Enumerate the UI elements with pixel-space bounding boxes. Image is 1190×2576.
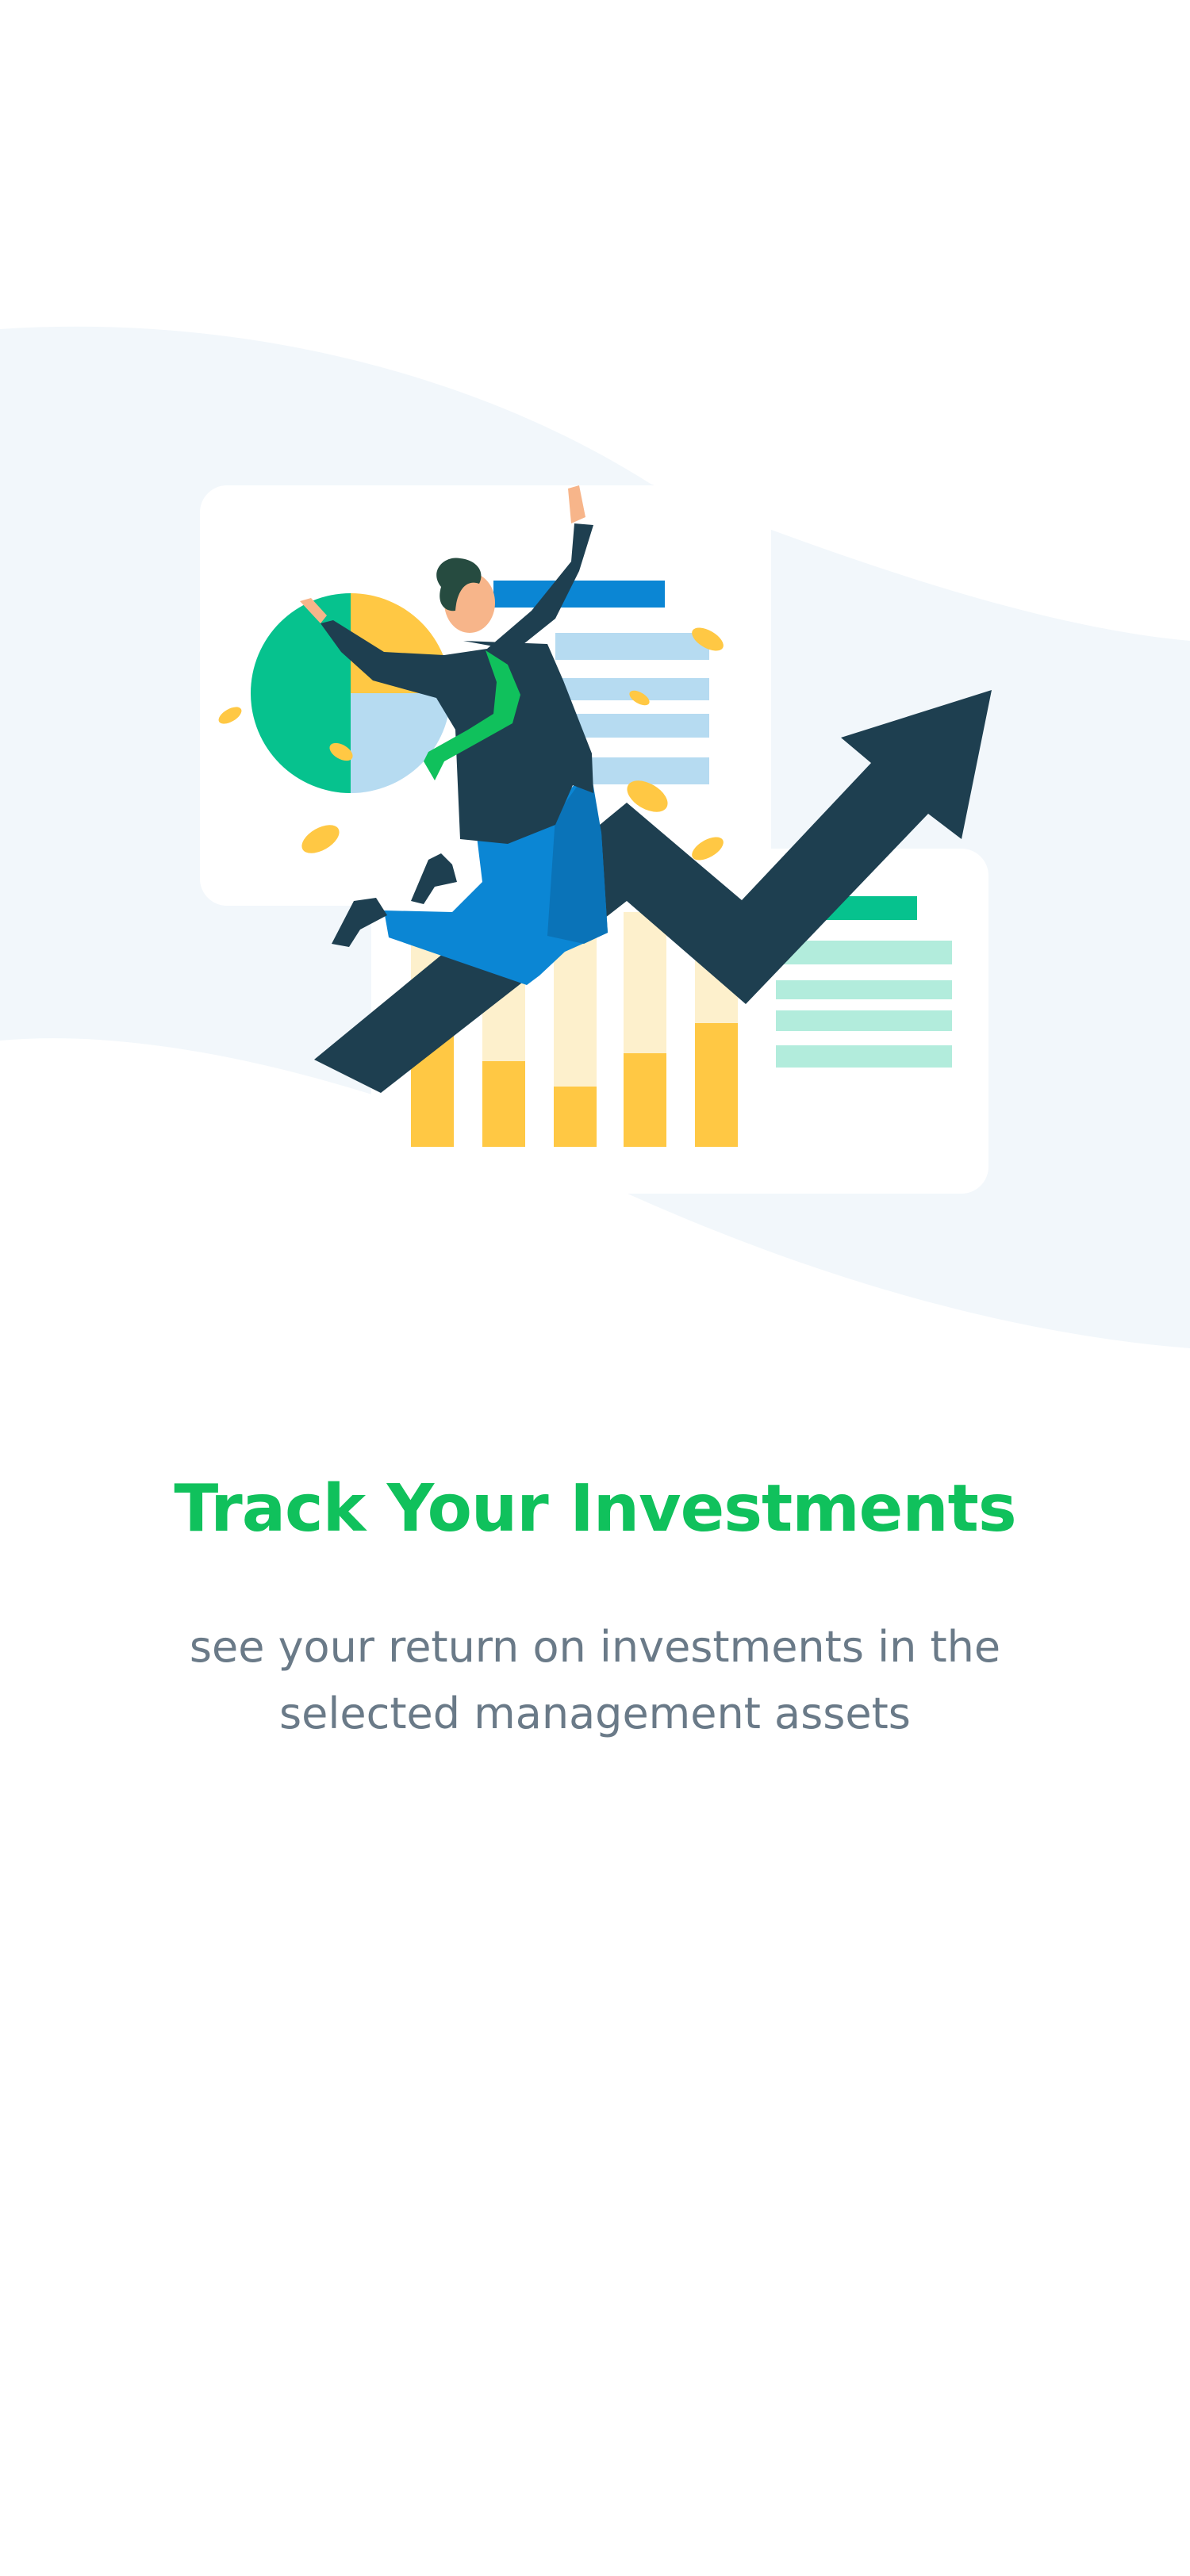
page-subtitle: see your return on investments in the se… — [189, 1622, 1001, 1738]
page-title: Track Your Investments — [174, 1471, 1016, 1547]
onboarding-screen: Track Your Investments see your return o… — [0, 0, 1190, 2576]
investment-growth-illustration — [0, 326, 1190, 1349]
